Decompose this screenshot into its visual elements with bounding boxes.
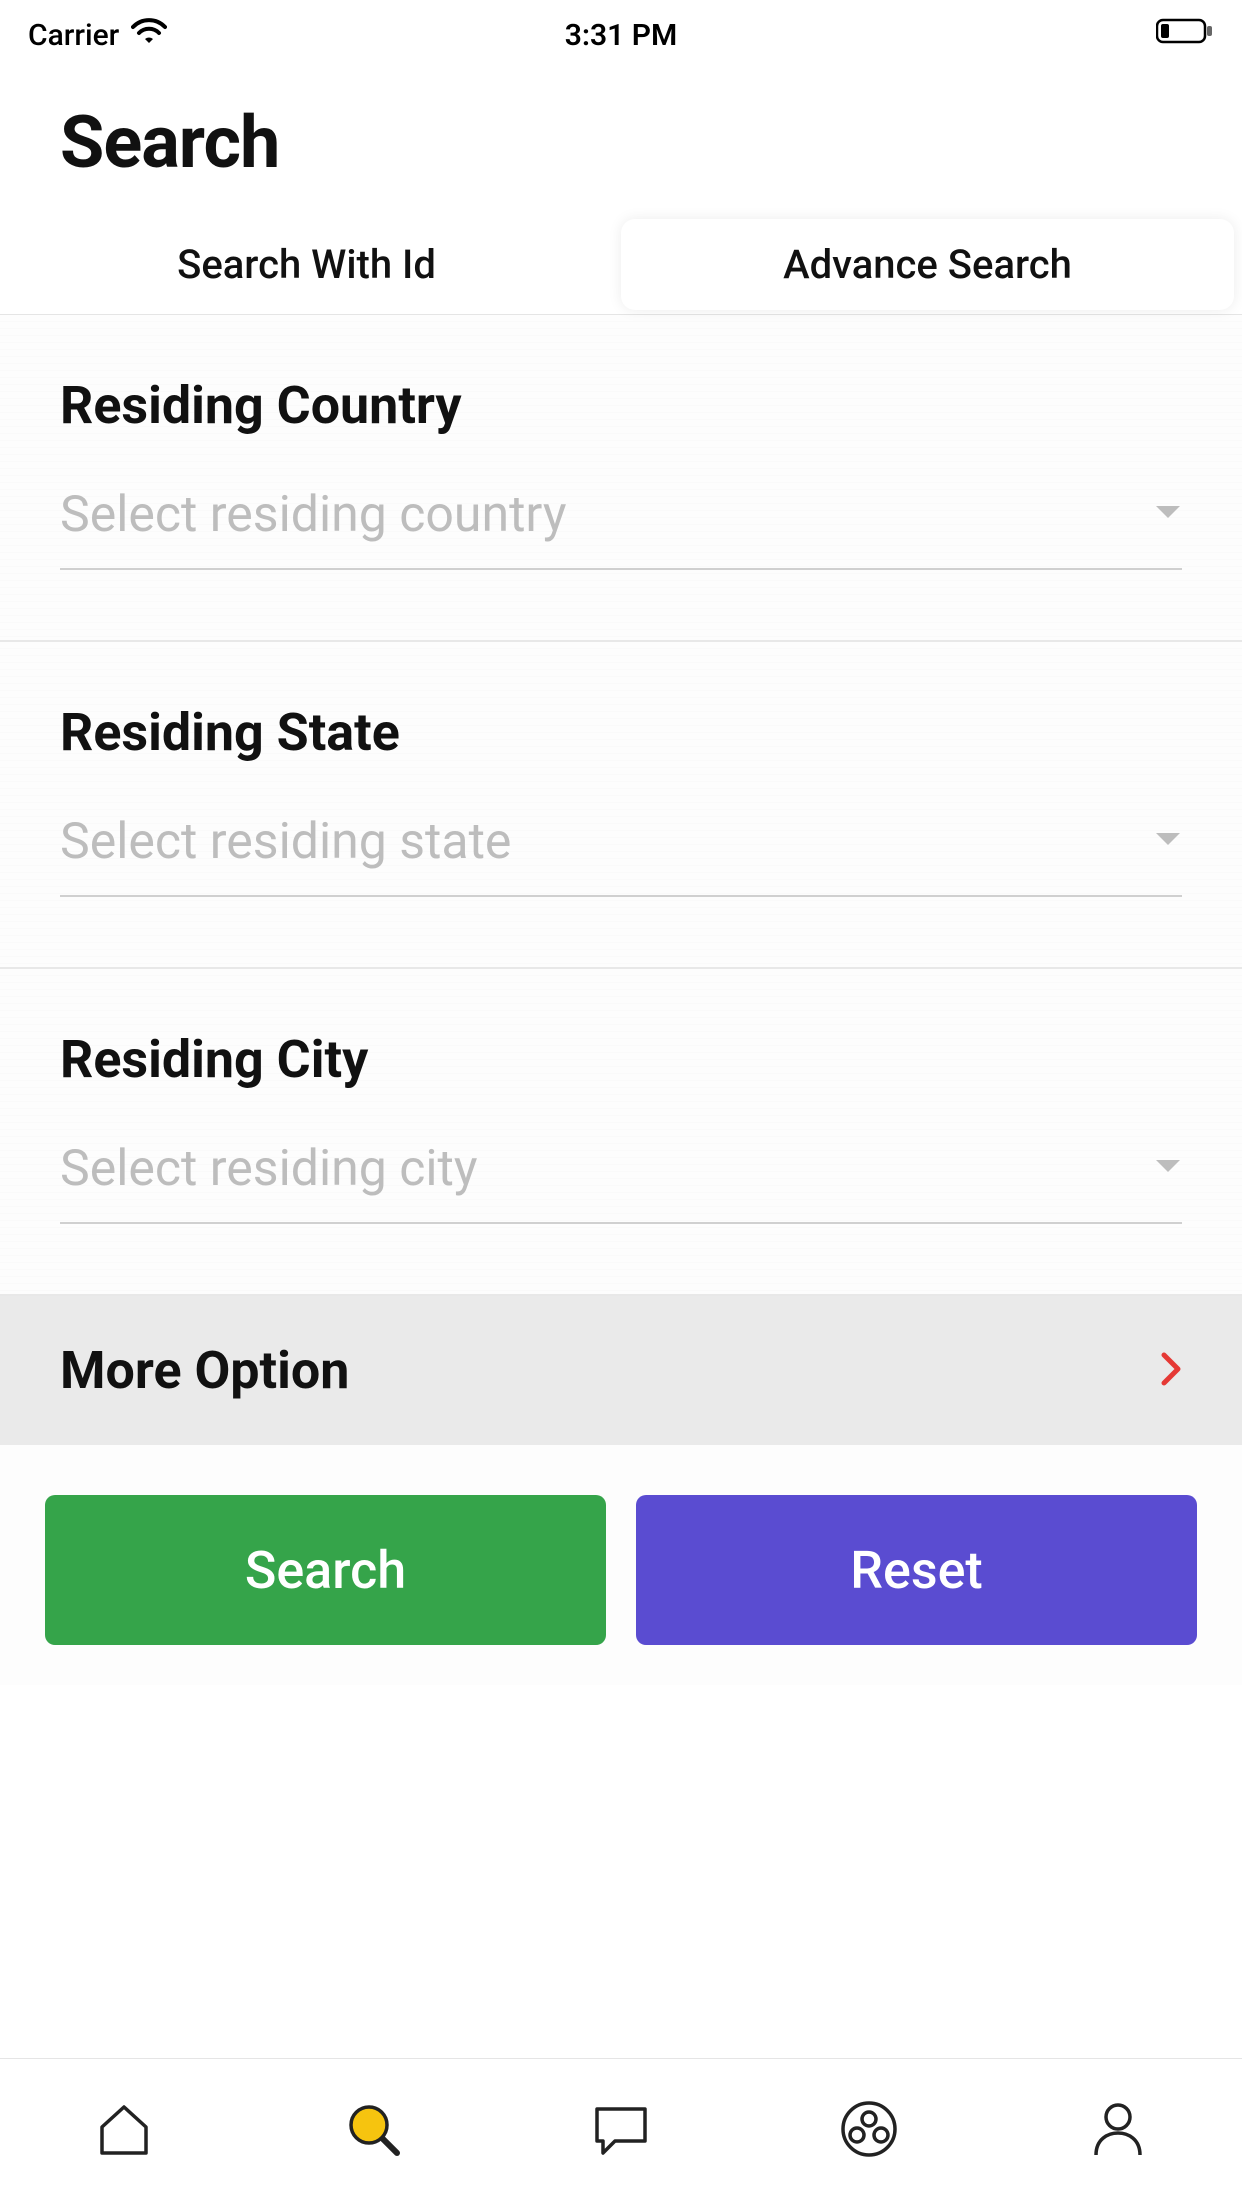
nav-groups[interactable] (829, 2089, 909, 2169)
button-label: Search (245, 1540, 406, 1601)
chevron-down-icon (1154, 1158, 1182, 1180)
more-option-row[interactable]: More Option (0, 1296, 1242, 1445)
page-title: Search (0, 60, 1242, 215)
select-placeholder: Select residing state (60, 813, 511, 871)
search-button[interactable]: Search (45, 1495, 606, 1645)
status-left: Carrier (28, 17, 167, 53)
bottom-nav (0, 2058, 1242, 2208)
select-placeholder: Select residing city (60, 1140, 478, 1198)
select-residing-city[interactable]: Select residing city (60, 1120, 1182, 1224)
more-option-label: More Option (60, 1340, 349, 1401)
field-residing-city: Residing City Select residing city (0, 969, 1242, 1296)
tab-advance-search[interactable]: Advance Search (621, 219, 1234, 310)
select-placeholder: Select residing country (60, 486, 566, 544)
field-label: Residing Country (60, 375, 1182, 436)
status-bar: Carrier 3:31 PM (0, 0, 1242, 60)
button-label: Reset (850, 1540, 983, 1601)
nav-home[interactable] (84, 2089, 164, 2169)
field-label: Residing City (60, 1029, 1182, 1090)
chevron-right-icon (1160, 1351, 1182, 1391)
content-area: Residing Country Select residing country… (0, 315, 1242, 1685)
tab-label: Search With Id (177, 241, 436, 288)
search-tabs: Search With Id Advance Search (0, 215, 1242, 315)
wifi-icon (131, 17, 167, 53)
chevron-down-icon (1154, 504, 1182, 526)
field-residing-country: Residing Country Select residing country (0, 315, 1242, 642)
chevron-down-icon (1154, 831, 1182, 853)
tab-search-with-id[interactable]: Search With Id (0, 215, 613, 314)
status-time: 3:31 PM (565, 18, 678, 53)
nav-profile[interactable] (1078, 2089, 1158, 2169)
reset-button[interactable]: Reset (636, 1495, 1197, 1645)
field-residing-state: Residing State Select residing state (0, 642, 1242, 969)
select-residing-country[interactable]: Select residing country (60, 466, 1182, 570)
status-right (1156, 17, 1214, 53)
nav-messages[interactable] (581, 2089, 661, 2169)
select-residing-state[interactable]: Select residing state (60, 793, 1182, 897)
nav-search[interactable] (333, 2089, 413, 2169)
carrier-label: Carrier (28, 18, 119, 53)
field-label: Residing State (60, 702, 1182, 763)
battery-icon (1156, 17, 1214, 53)
tab-label: Advance Search (783, 241, 1072, 288)
action-row: Search Reset (0, 1445, 1242, 1685)
